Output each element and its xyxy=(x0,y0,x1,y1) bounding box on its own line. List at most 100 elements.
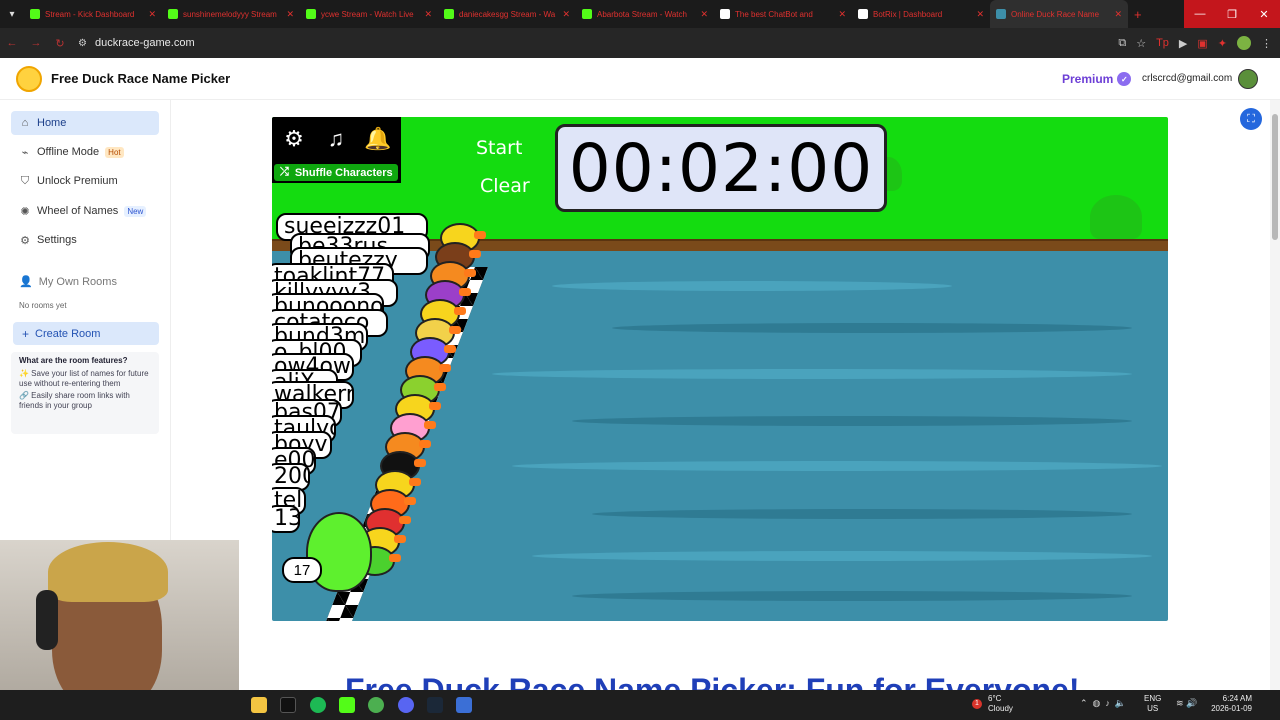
tab-close-icon[interactable]: ✕ xyxy=(976,9,984,20)
tab-title: Stream - Kick Dashboard xyxy=(45,9,135,19)
profile-avatar[interactable] xyxy=(1237,36,1251,50)
wifi-volume-icons[interactable]: ≋ 🔊 xyxy=(1176,698,1197,709)
room-features-panel: What are the room features? ✨ Save your … xyxy=(11,352,159,434)
tab-title: Online Duck Race Name xyxy=(1011,9,1100,19)
shuffle-icon: ⤮ xyxy=(280,166,289,178)
discord-icon[interactable] xyxy=(398,697,414,713)
tab-favicon-icon xyxy=(720,9,730,19)
page-scrollbar[interactable] xyxy=(1270,100,1280,690)
tab-close-icon[interactable]: ✕ xyxy=(700,9,708,20)
close-window-button[interactable]: ✕ xyxy=(1248,0,1280,28)
kick-icon[interactable] xyxy=(339,697,355,713)
tab-close-icon[interactable]: ✕ xyxy=(838,9,846,20)
premium-link[interactable]: Premium ✓ xyxy=(1062,72,1132,86)
duck-logo[interactable] xyxy=(16,66,42,92)
duck-race-game[interactable]: sueeizzz01be33rusbeutezzytoaklint77killy… xyxy=(272,117,1168,621)
tab-favicon-icon xyxy=(996,9,1006,19)
browser-tab[interactable]: ycwe Stream - Watch Live ✕ xyxy=(300,0,438,28)
url-field[interactable]: ⚙ duckrace-game.com xyxy=(78,37,195,49)
bush xyxy=(1090,195,1142,239)
hot-badge: Hot xyxy=(105,146,124,158)
browser-tab[interactable]: BotRix | Dashboard ✕ xyxy=(852,0,990,28)
url-text: duckrace-game.com xyxy=(94,37,195,49)
home-icon: ⌂ xyxy=(21,117,29,129)
browser-tab[interactable]: Online Duck Race Name ✕ xyxy=(990,0,1128,28)
browser-tab[interactable]: daniecakesgg Stream - Wa ✕ xyxy=(438,0,576,28)
shuffle-characters-button[interactable]: ⤮ Shuffle Characters xyxy=(274,164,398,181)
tab-favicon-icon xyxy=(168,9,178,19)
browser-tab[interactable]: Abarbota Stream - Watch ✕ xyxy=(576,0,714,28)
tab-favicon-icon xyxy=(30,9,40,19)
sidebar-item-offline-mode[interactable]: ⌁ Offline Mode Hot xyxy=(11,140,159,164)
tab-title: Abarbota Stream - Watch xyxy=(597,9,687,19)
browser-menu-icon[interactable]: ⋮ xyxy=(1261,37,1272,50)
system-clock[interactable]: 6:24 AM 2026-01-09 xyxy=(1208,694,1252,714)
install-icon[interactable]: ⧉ xyxy=(1118,37,1126,50)
my-rooms-heading: 👤 My Own Rooms xyxy=(19,275,117,289)
extension-tp-icon[interactable]: Tp xyxy=(1156,37,1169,49)
start-button[interactable]: Start xyxy=(476,137,522,159)
feature-share: 🔗 Easily share room links with friends i… xyxy=(19,391,130,410)
site-header: Free Duck Race Name Picker Premium ✓ crl… xyxy=(0,58,1280,100)
sidebar-item-settings[interactable]: ⚙ Settings xyxy=(11,228,159,252)
racer-name-card: 13 xyxy=(272,505,300,533)
browser-tab[interactable]: The best ChatBot and ✕ xyxy=(714,0,852,28)
site-title[interactable]: Free Duck Race Name Picker xyxy=(51,71,230,86)
tab-favicon-icon xyxy=(858,9,868,19)
features-heading: What are the room features? xyxy=(19,356,128,365)
notepad-icon[interactable] xyxy=(456,697,472,713)
tab-close-icon[interactable]: ✕ xyxy=(148,9,156,20)
tab-close-icon[interactable]: ✕ xyxy=(1114,9,1122,20)
create-room-button[interactable]: + Create Room xyxy=(13,322,159,345)
settings-gear-icon[interactable]: ⚙ xyxy=(274,121,314,157)
tab-search-icon[interactable]: ▾ xyxy=(0,0,24,28)
user-avatar[interactable] xyxy=(1238,69,1258,89)
reload-button[interactable]: ↻ xyxy=(48,28,72,58)
back-button[interactable]: ← xyxy=(0,28,24,58)
streamer-hair xyxy=(48,542,168,602)
extension-play-icon[interactable]: ▶ xyxy=(1179,37,1187,50)
browser-tab[interactable]: Stream - Kick Dashboard ✕ xyxy=(24,0,162,28)
tab-title: ycwe Stream - Watch Live xyxy=(321,9,414,19)
maximize-button[interactable]: ❐ xyxy=(1216,0,1248,28)
fullscreen-button[interactable]: ⛶ xyxy=(1240,108,1262,130)
scroll-thumb[interactable] xyxy=(1272,114,1278,240)
duck-number-badge: 17 xyxy=(282,557,322,583)
new-tab-button[interactable]: + xyxy=(1134,7,1142,22)
language-indicator[interactable]: ENG US xyxy=(1144,694,1161,714)
tab-close-icon[interactable]: ✕ xyxy=(424,9,432,20)
weather-widget[interactable]: 1 6°C Cloudy xyxy=(972,694,1013,714)
window-controls: — ❐ ✕ xyxy=(1184,0,1280,28)
steam-icon[interactable] xyxy=(427,697,443,713)
bookmark-star-icon[interactable]: ☆ xyxy=(1136,37,1146,50)
site-info-icon[interactable]: ⚙ xyxy=(78,38,87,49)
extension-square-icon[interactable]: ▣ xyxy=(1197,37,1207,50)
tab-title: The best ChatBot and xyxy=(735,9,813,19)
tiktok-icon[interactable] xyxy=(280,697,296,713)
plus-icon: + xyxy=(22,326,30,341)
shield-icon: ⛉ xyxy=(20,174,30,187)
spotify-icon[interactable] xyxy=(310,697,326,713)
minimize-button[interactable]: — xyxy=(1184,0,1216,28)
tab-title: sunshinemelodyyy Stream xyxy=(183,9,277,19)
tab-close-icon[interactable]: ✕ xyxy=(562,9,570,20)
tab-close-icon[interactable]: ✕ xyxy=(286,9,294,20)
game-controls-panel: ⚙ ♫ 🔔 ⤮ Shuffle Characters xyxy=(272,117,401,183)
file-explorer-icon[interactable] xyxy=(251,697,267,713)
browser-tab-bar: ▾ Stream - Kick Dashboard ✕ sunshinemelody… xyxy=(0,0,1280,28)
sidebar-item-unlock-premium[interactable]: ⛉ Unlock Premium xyxy=(11,169,159,193)
user-email[interactable]: crlscrcd@gmail.com xyxy=(1142,73,1232,84)
browser-tab[interactable]: sunshinemelodyyy Stream ✕ xyxy=(162,0,300,28)
forward-button[interactable]: → xyxy=(24,28,48,58)
sound-bell-icon[interactable]: 🔔 xyxy=(358,121,398,157)
sidebar-item-home[interactable]: ⌂ Home xyxy=(11,111,159,135)
chrome-icon[interactable] xyxy=(368,697,384,713)
sidebar-item-wheel-of-names[interactable]: ✺ Wheel of Names New xyxy=(11,199,159,223)
tab-favicon-icon xyxy=(582,9,592,19)
gear-icon: ⚙ xyxy=(20,234,30,247)
music-icon[interactable]: ♫ xyxy=(316,121,356,157)
extension-puzzle-icon[interactable]: ✦ xyxy=(1218,37,1227,50)
clear-button[interactable]: Clear xyxy=(480,175,530,197)
system-tray[interactable]: ⌃ ◍ ♪ 🔈 xyxy=(1080,698,1126,709)
weather-condition: Cloudy xyxy=(988,704,1013,713)
